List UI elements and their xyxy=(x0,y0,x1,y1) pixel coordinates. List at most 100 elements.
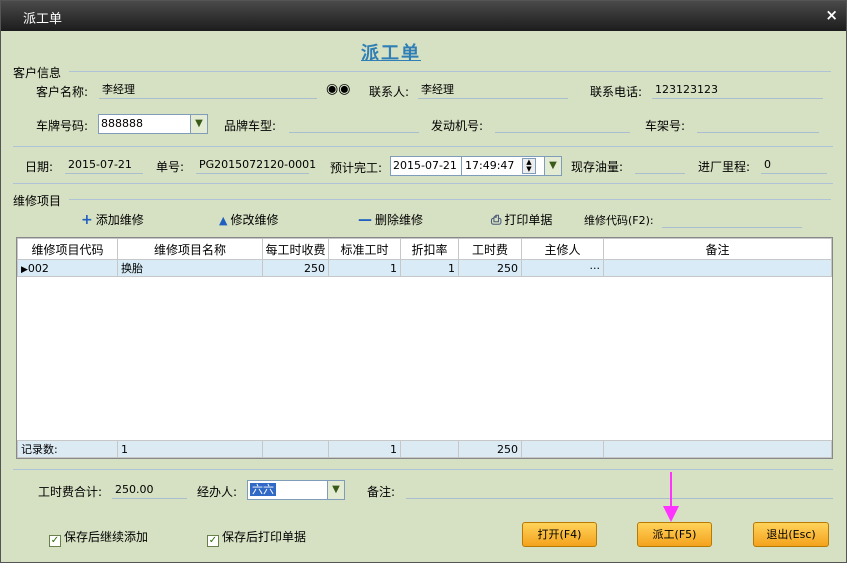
handler-label: 经办人: xyxy=(197,485,238,499)
fee-cell[interactable]: 250 xyxy=(458,259,522,277)
engine-label: 发动机号: xyxy=(431,119,484,133)
checkmark-icon[interactable]: ✓ xyxy=(49,535,61,547)
add-repair-button[interactable]: + 添加维修 xyxy=(81,211,144,228)
plate-combo[interactable]: 888888 ▼ xyxy=(98,114,208,134)
engine-field[interactable] xyxy=(495,116,630,133)
footer-cell xyxy=(262,440,329,458)
rate-cell[interactable]: 250 xyxy=(262,259,329,277)
column-header[interactable]: 维修项目代码 xyxy=(17,238,118,260)
item-name-cell[interactable]: 换胎 xyxy=(117,259,263,277)
spinner-icon[interactable]: ▲ ▼ xyxy=(522,158,536,174)
table-row[interactable]: ▶002 换胎 250 1 1 250 ··· xyxy=(17,259,832,277)
fee-total: 250 xyxy=(458,440,522,458)
repair-section-label: 维修项目 xyxy=(13,194,62,208)
checkmark-icon[interactable]: ✓ xyxy=(207,535,219,547)
print-after-checkbox[interactable]: ✓ 保存后打印单据 xyxy=(207,528,306,547)
frame-label: 车架号: xyxy=(645,119,686,133)
annotation-arrow-icon xyxy=(663,472,679,522)
window-title: 派工单 xyxy=(23,12,63,27)
note-field[interactable] xyxy=(406,482,833,499)
column-header[interactable]: 每工时收费 xyxy=(262,238,329,260)
continue-add-label: 保存后继续添加 xyxy=(64,530,149,544)
dispatch-button[interactable]: 派工(F5) xyxy=(637,522,712,547)
mileage-field[interactable]: 0 xyxy=(761,157,827,174)
item-code-cell[interactable]: ▶002 xyxy=(17,259,118,277)
total-field: 250.00 xyxy=(112,482,187,499)
handler-value: 六六 xyxy=(250,483,276,496)
delete-repair-label: 删除维修 xyxy=(375,213,424,227)
printer-icon: ⎙ xyxy=(491,213,502,228)
plate-label: 车牌号码: xyxy=(36,119,89,133)
divider xyxy=(69,199,831,200)
brand-label: 品牌车型: xyxy=(224,119,277,133)
repair-code-label: 维修代码(F2): xyxy=(584,214,654,227)
customer-name-label: 客户名称: xyxy=(36,85,89,99)
print-label: 打印单据 xyxy=(504,213,553,227)
date-label: 日期: xyxy=(25,160,54,174)
title-bar[interactable]: 派工单 × xyxy=(1,1,846,31)
finish-date: 2015-07-21 xyxy=(393,159,457,172)
form-title: 派工单 xyxy=(361,43,421,64)
chevron-down-icon[interactable]: ▼ xyxy=(544,157,561,175)
record-count-label: 记录数: xyxy=(17,440,118,458)
add-repair-label: 添加维修 xyxy=(95,213,144,227)
footer-cell xyxy=(521,440,604,458)
column-header[interactable]: 折扣率 xyxy=(400,238,459,260)
total-label: 工时费合计: xyxy=(38,485,103,499)
plus-icon: + xyxy=(81,212,93,228)
edit-repair-label: 修改维修 xyxy=(230,213,279,227)
delete-repair-button[interactable]: — 删除维修 xyxy=(358,211,423,228)
plate-value: 888888 xyxy=(101,117,143,130)
contact-label: 联系人: xyxy=(369,85,410,99)
record-count: 1 xyxy=(117,440,263,458)
minus-icon: — xyxy=(358,212,372,228)
continue-add-checkbox[interactable]: ✓ 保存后继续添加 xyxy=(49,528,148,547)
phone-field[interactable]: 123123123 xyxy=(652,82,823,99)
column-header[interactable]: 备注 xyxy=(603,238,832,260)
contact-field[interactable]: 李经理 xyxy=(418,82,568,99)
column-header[interactable]: 工时费 xyxy=(458,238,522,260)
repair-items-grid: 维修项目代码 维修项目名称 每工时收费 标准工时 折扣率 工时费 主修人 备注 … xyxy=(16,237,833,459)
column-header[interactable]: 主修人 xyxy=(521,238,604,260)
exit-button[interactable]: 退出(Esc) xyxy=(753,522,829,547)
open-button[interactable]: 打开(F4) xyxy=(522,522,597,547)
fuel-label: 现存油量: xyxy=(571,160,624,174)
hours-cell[interactable]: 1 xyxy=(328,259,401,277)
item-code: 002 xyxy=(27,261,49,275)
column-header[interactable]: 标准工时 xyxy=(328,238,401,260)
edit-repair-button[interactable]: ▲ 修改维修 xyxy=(219,211,278,228)
row-pointer-icon: ▶ xyxy=(21,264,28,275)
date-field[interactable]: 2015-07-21 xyxy=(65,157,143,174)
hours-total: 1 xyxy=(328,440,401,458)
handler-combo[interactable]: 六六 ▼ xyxy=(247,480,345,500)
brand-field[interactable] xyxy=(289,116,419,133)
mileage-label: 进厂里程: xyxy=(698,160,751,174)
finish-datetime-picker[interactable]: 2015-07-21 17:49:47 ▲ ▼ ▼ xyxy=(390,156,562,176)
phone-label: 联系电话: xyxy=(590,85,643,99)
note-cell[interactable] xyxy=(603,259,832,277)
column-header[interactable]: 维修项目名称 xyxy=(117,238,263,260)
divider xyxy=(13,146,833,147)
binoculars-icon[interactable]: ◉◉ xyxy=(326,81,350,97)
discount-cell[interactable]: 1 xyxy=(400,259,459,277)
print-after-label: 保存后打印单据 xyxy=(222,530,307,544)
chevron-down-icon[interactable]: ▼ xyxy=(327,481,344,499)
frame-field[interactable] xyxy=(697,116,819,133)
chevron-down-icon[interactable]: ▼ xyxy=(190,115,207,133)
footer-cell xyxy=(603,440,832,458)
grid-footer: 记录数: 1 1 250 xyxy=(17,440,832,458)
finish-time: 17:49:47 xyxy=(461,157,514,175)
divider xyxy=(13,469,833,470)
print-button[interactable]: ⎙ 打印单据 xyxy=(491,211,552,228)
divider xyxy=(13,183,833,184)
grid-header: 维修项目代码 维修项目名称 每工时收费 标准工时 折扣率 工时费 主修人 备注 xyxy=(17,238,832,260)
mechanic-cell[interactable]: ··· xyxy=(521,259,604,277)
divider xyxy=(69,71,831,72)
triangle-up-icon: ▲ xyxy=(219,214,228,227)
footer-cell xyxy=(400,440,459,458)
customer-name-field[interactable]: 李经理 xyxy=(99,82,317,99)
close-icon[interactable]: × xyxy=(825,6,838,24)
fuel-field[interactable] xyxy=(635,157,685,174)
note-label: 备注: xyxy=(367,485,396,499)
repair-code-field[interactable] xyxy=(662,211,802,228)
